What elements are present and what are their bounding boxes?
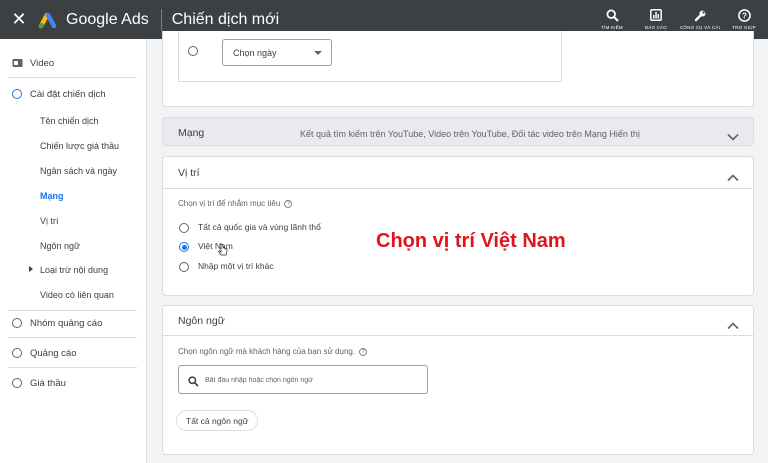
location-help-text: Chọn vị trí để nhắm mục tiêu [178,199,281,208]
sidebar-divider [8,367,137,368]
annotation-overlay: Chọn vị trí Việt Nam [376,230,566,252]
language-card: Ngôn ngữ Chọn ngôn ngữ mà khách hàng của… [162,305,754,455]
network-card[interactable]: Mạng Kết quả tìm kiếm trên YouTube, Vide… [162,117,754,146]
step-circle-icon [12,89,22,99]
card-divider [163,188,753,189]
network-summary: Kết quả tìm kiếm trên YouTube, Video trê… [300,129,640,139]
sidebar-divider [8,77,137,78]
location-option-other-radio[interactable] [179,262,189,272]
sidebar-item-ads-label: Quảng cáo [30,347,77,359]
tools-action-label: CÔNG CỤ VÀ CÀI [679,25,721,30]
svg-text:?: ? [742,11,747,20]
sidebar-item-campaign-settings[interactable]: Cài đặt chiến dịch [0,83,147,105]
sidebar-item-ad-groups[interactable]: Nhóm quảng cáo [0,312,147,334]
date-select-value: Chọn ngày [233,48,277,58]
sidebar-subitem-languages[interactable]: Ngôn ngữ [40,241,80,251]
sidebar-subitem-content-exclusions[interactable]: Loại trừ nội dung [40,265,108,275]
sidebar-item-video[interactable]: Video [0,52,147,74]
chevron-up-icon[interactable] [727,169,739,182]
page-title: Chiến dịch mới [171,10,280,28]
reports-icon [648,8,664,22]
help-circle-icon[interactable]: ? [284,199,293,208]
sidebar-item-ads[interactable]: Quảng cáo [0,342,147,364]
sidebar-nav: Video Cài đặt chiến dịch Tên chiến dịch … [0,39,147,463]
video-icon [12,58,23,68]
location-card-title: Vị trí [178,167,200,179]
help-action-label: TRỢ GIÚP [732,25,756,30]
sidebar-subitem-budget-dates[interactable]: Ngân sách và ngày [40,166,117,176]
step-circle-icon [12,348,22,358]
chevron-up-icon[interactable] [727,317,739,330]
sidebar-item-bids-label: Giá thầu [30,377,66,389]
end-date-radio[interactable] [188,46,198,56]
network-card-title: Mạng [178,127,205,139]
google-ads-logo [38,11,60,29]
chevron-down-icon [314,51,322,55]
close-icon[interactable]: ✕ [0,0,38,39]
sidebar-divider [8,337,137,338]
dates-card: Chọn ngày [162,31,754,107]
mouse-cursor-icon [218,243,228,257]
title-divider [160,8,162,31]
help-circle-icon[interactable]: ? [359,347,368,356]
language-help-label: Chọn ngôn ngữ mà khách hàng của bạn sử d… [178,347,368,356]
search-icon [188,374,200,387]
sidebar-subitem-campaign-name[interactable]: Tên chiến dịch [40,116,99,126]
chevron-down-icon[interactable] [727,128,739,141]
location-card: Vị trí Chọn vị trí để nhắm mục tiêu ? Tấ… [162,156,754,296]
sidebar-subitem-related-videos[interactable]: Video có liên quan [40,290,114,300]
language-card-title: Ngôn ngữ [178,315,225,327]
language-help-text: Chọn ngôn ngữ mà khách hàng của bạn sử d… [178,347,356,356]
sidebar-divider [8,310,137,311]
search-action-label: TÌM KIẾM [601,25,623,30]
location-help-label: Chọn vị trí để nhắm mục tiêu ? [178,199,293,208]
all-languages-chip-label: Tất cả ngôn ngữ [186,415,249,426]
language-search-field[interactable] [178,365,428,394]
location-option-all-label[interactable]: Tất cả quốc gia và vùng lãnh thổ [198,222,321,232]
language-search-input[interactable] [205,372,420,388]
search-icon [604,8,620,22]
sidebar-item-campaign-settings-label: Cài đặt chiến dịch [30,88,106,100]
wrench-icon [692,8,708,22]
step-circle-icon [12,378,22,388]
date-select[interactable]: Chọn ngày [222,39,332,66]
sidebar-item-video-label: Video [30,57,55,69]
card-divider [163,335,753,336]
sidebar-subitem-networks[interactable]: Mạng [40,191,64,201]
location-option-vietnam-radio[interactable] [179,242,189,252]
step-circle-icon [12,318,22,328]
expand-caret-icon[interactable] [29,266,33,272]
reports-action-label: BÁO CÁO [645,25,667,30]
sidebar-subitem-bid-strategy[interactable]: Chiến lược giá thầu [40,141,119,151]
sidebar-item-ad-groups-label: Nhóm quảng cáo [30,317,103,329]
end-date-box: Chọn ngày [178,31,562,82]
location-option-other-label[interactable]: Nhập một vị trí khác [198,261,274,271]
location-option-all-radio[interactable] [179,223,189,233]
sidebar-item-bids[interactable]: Giá thầu [0,372,147,394]
sidebar-subitem-locations[interactable]: Vị trí [40,216,59,226]
all-languages-chip[interactable]: Tất cả ngôn ngữ [176,410,259,431]
app-name: Google Ads [66,10,149,28]
help-icon: ? [736,8,752,22]
